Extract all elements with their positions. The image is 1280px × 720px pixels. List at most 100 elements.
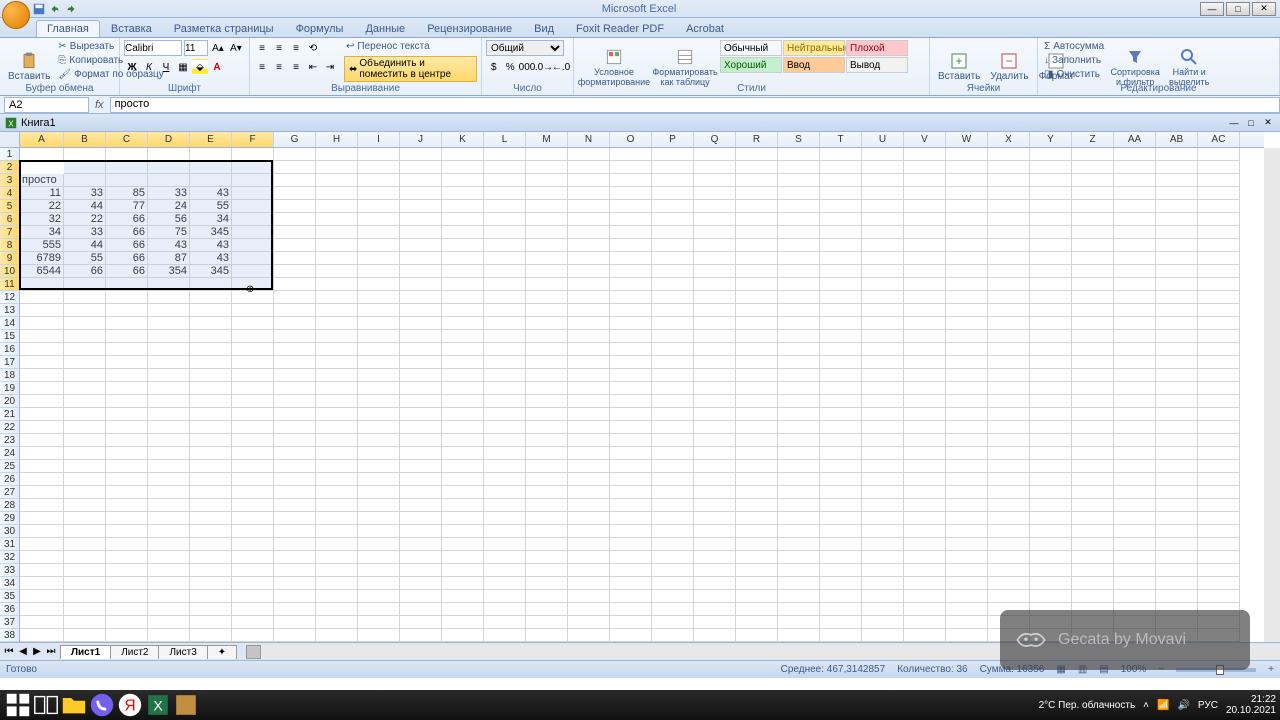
cell[interactable] xyxy=(904,434,946,447)
cell[interactable] xyxy=(1072,291,1114,304)
cell[interactable] xyxy=(778,564,820,577)
cell[interactable] xyxy=(1114,356,1156,369)
cell[interactable] xyxy=(442,187,484,200)
cell[interactable] xyxy=(568,447,610,460)
cell[interactable] xyxy=(526,356,568,369)
cell[interactable] xyxy=(820,213,862,226)
cell[interactable] xyxy=(904,525,946,538)
cell[interactable] xyxy=(358,239,400,252)
cell[interactable] xyxy=(1114,187,1156,200)
cell[interactable] xyxy=(190,434,232,447)
cell[interactable] xyxy=(1114,486,1156,499)
cell[interactable] xyxy=(1114,408,1156,421)
cell[interactable] xyxy=(64,421,106,434)
row-header[interactable]: 32 xyxy=(0,551,19,564)
cell[interactable] xyxy=(1156,265,1198,278)
office-button[interactable] xyxy=(2,1,30,29)
cell[interactable] xyxy=(652,252,694,265)
task-view-icon[interactable] xyxy=(32,691,60,719)
cell[interactable] xyxy=(820,265,862,278)
cell[interactable] xyxy=(106,499,148,512)
cell[interactable] xyxy=(946,616,988,629)
cell[interactable] xyxy=(610,447,652,460)
cell[interactable] xyxy=(736,317,778,330)
cell[interactable] xyxy=(358,434,400,447)
cell[interactable] xyxy=(1156,226,1198,239)
cell[interactable] xyxy=(106,291,148,304)
cell[interactable]: 66 xyxy=(106,265,148,278)
cell[interactable] xyxy=(862,512,904,525)
cell[interactable] xyxy=(904,317,946,330)
cell[interactable] xyxy=(20,577,64,590)
cell[interactable] xyxy=(904,200,946,213)
cell[interactable] xyxy=(316,252,358,265)
row-header[interactable]: 30 xyxy=(0,525,19,538)
cell[interactable] xyxy=(736,538,778,551)
cell[interactable] xyxy=(484,213,526,226)
cell[interactable] xyxy=(820,486,862,499)
cell[interactable] xyxy=(862,551,904,564)
cell[interactable] xyxy=(946,148,988,161)
cell[interactable] xyxy=(274,499,316,512)
cell[interactable] xyxy=(274,343,316,356)
cell[interactable] xyxy=(1030,473,1072,486)
cell[interactable] xyxy=(274,239,316,252)
cell[interactable] xyxy=(1072,343,1114,356)
select-all-corner[interactable] xyxy=(0,132,20,148)
yandex-icon[interactable]: Я xyxy=(116,691,144,719)
cell[interactable] xyxy=(778,304,820,317)
cell[interactable] xyxy=(568,252,610,265)
cell[interactable] xyxy=(568,395,610,408)
cell[interactable] xyxy=(1072,369,1114,382)
cell[interactable] xyxy=(106,590,148,603)
cell[interactable] xyxy=(526,499,568,512)
cell[interactable] xyxy=(526,590,568,603)
cell[interactable] xyxy=(778,148,820,161)
tray-chevron-icon[interactable]: ˄ xyxy=(1143,700,1149,711)
cell[interactable] xyxy=(1198,226,1240,239)
cell[interactable] xyxy=(232,187,274,200)
cell[interactable] xyxy=(736,447,778,460)
cell[interactable] xyxy=(484,265,526,278)
cell[interactable] xyxy=(1156,577,1198,590)
cell[interactable] xyxy=(610,252,652,265)
row-header[interactable]: 18 xyxy=(0,369,19,382)
cell[interactable] xyxy=(1114,590,1156,603)
cell[interactable] xyxy=(946,278,988,291)
cell[interactable] xyxy=(946,304,988,317)
cell[interactable] xyxy=(232,174,274,187)
cell[interactable] xyxy=(400,148,442,161)
cell[interactable] xyxy=(106,577,148,590)
cell[interactable] xyxy=(1072,382,1114,395)
cell[interactable] xyxy=(358,343,400,356)
close-button[interactable]: ✕ xyxy=(1252,2,1276,16)
cell[interactable]: 66 xyxy=(106,213,148,226)
cell[interactable] xyxy=(442,369,484,382)
cell[interactable] xyxy=(862,213,904,226)
cell[interactable] xyxy=(484,304,526,317)
cell[interactable] xyxy=(190,590,232,603)
cell[interactable] xyxy=(1114,577,1156,590)
cell[interactable] xyxy=(232,304,274,317)
cell[interactable] xyxy=(652,395,694,408)
cell[interactable] xyxy=(1156,434,1198,447)
cell[interactable] xyxy=(1030,148,1072,161)
cell[interactable] xyxy=(274,564,316,577)
cell[interactable] xyxy=(316,187,358,200)
cell[interactable] xyxy=(316,473,358,486)
cell[interactable] xyxy=(526,148,568,161)
cell[interactable] xyxy=(568,213,610,226)
cell[interactable] xyxy=(1114,252,1156,265)
cell[interactable]: 87 xyxy=(148,252,190,265)
cell[interactable] xyxy=(988,226,1030,239)
cell[interactable] xyxy=(610,551,652,564)
cell[interactable] xyxy=(988,460,1030,473)
cell[interactable]: 34 xyxy=(190,213,232,226)
cell[interactable] xyxy=(988,447,1030,460)
cell[interactable] xyxy=(358,317,400,330)
cell[interactable] xyxy=(652,343,694,356)
cell[interactable] xyxy=(568,174,610,187)
cell[interactable] xyxy=(106,148,148,161)
cell[interactable] xyxy=(694,317,736,330)
cell[interactable] xyxy=(442,200,484,213)
